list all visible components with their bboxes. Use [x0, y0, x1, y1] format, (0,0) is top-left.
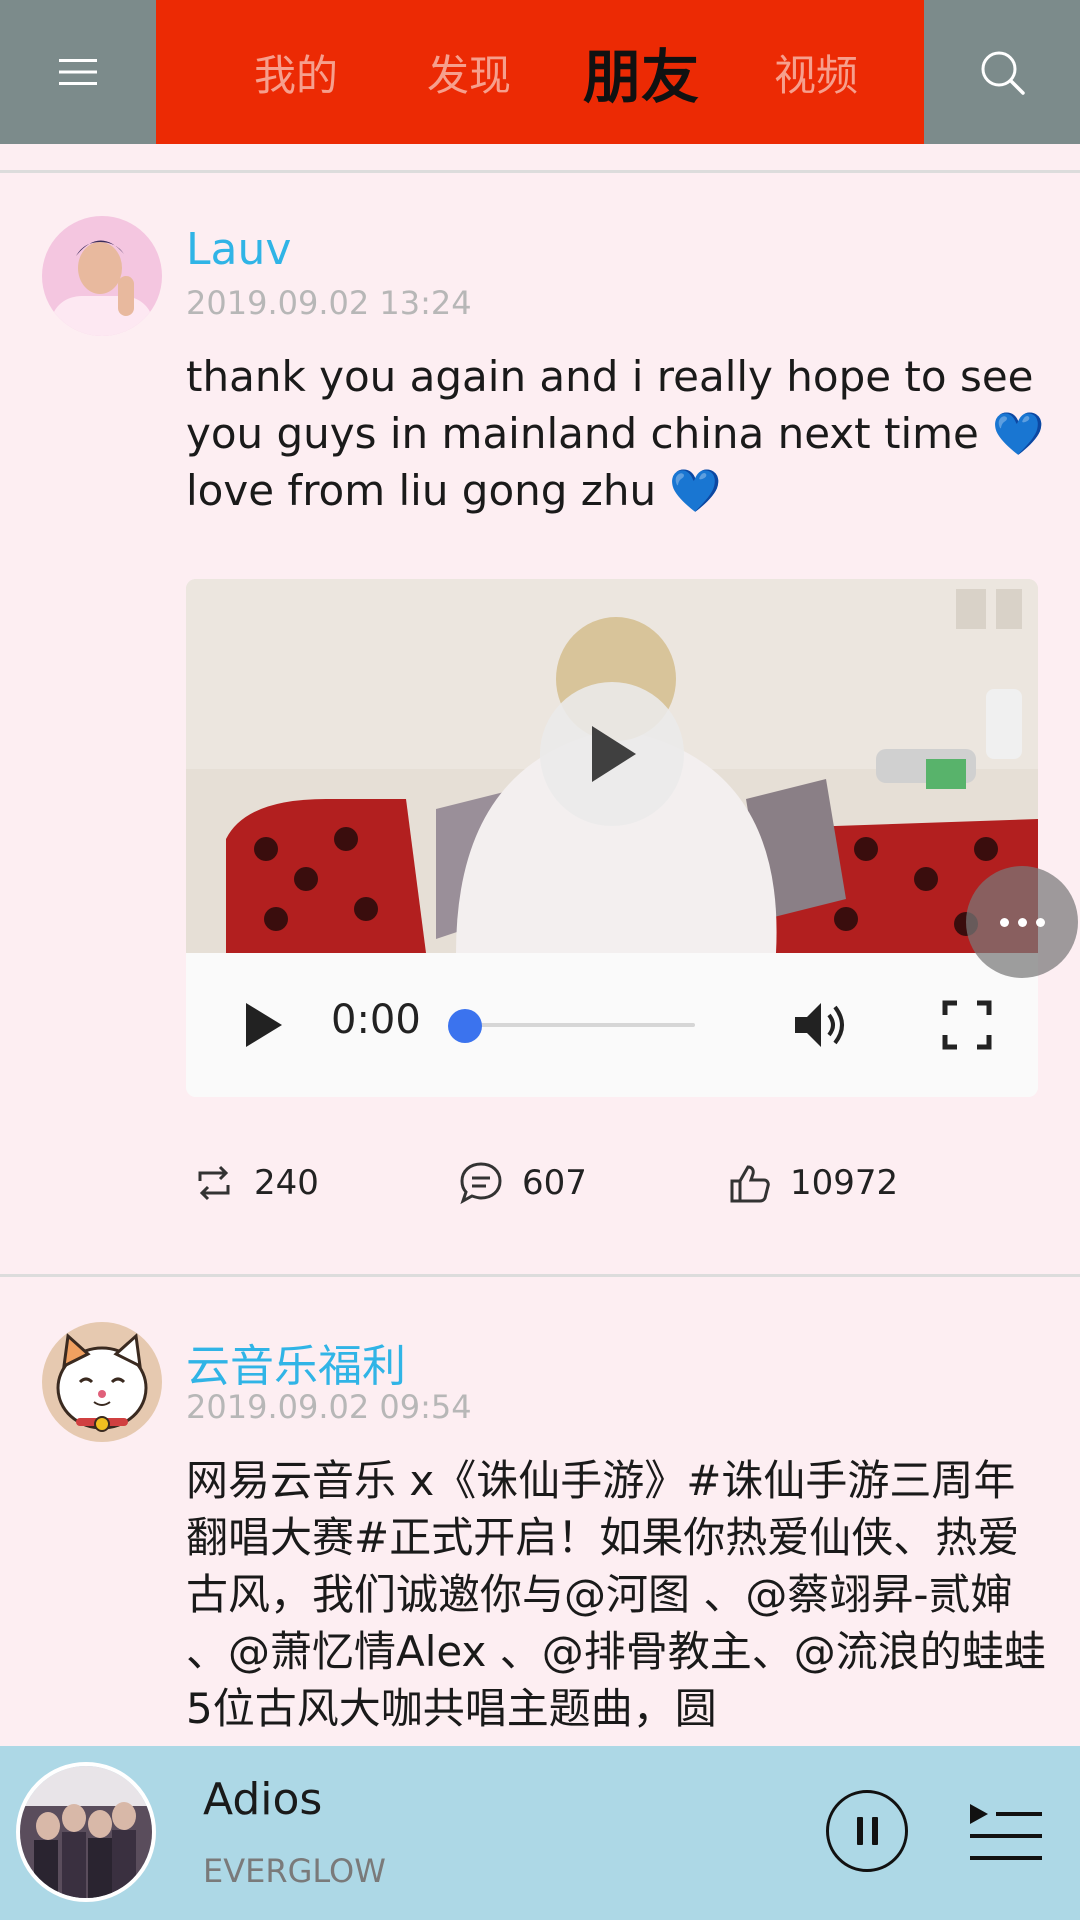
menu-button[interactable]: [0, 0, 156, 144]
search-button[interactable]: [924, 0, 1080, 144]
like-count: 10972: [790, 1163, 899, 1203]
tab-mine[interactable]: 我的: [226, 0, 366, 144]
album-art[interactable]: [16, 1762, 156, 1902]
playlist-button[interactable]: [966, 1796, 1046, 1868]
tab-bar: 我的 发现 朋友 视频: [156, 0, 924, 144]
controls-play-button[interactable]: [236, 999, 288, 1051]
avatar[interactable]: [42, 1322, 162, 1442]
comment-count: 607: [522, 1163, 587, 1203]
comment-icon: [460, 1162, 502, 1205]
post-text: 网易云音乐 x《诛仙手游》#诛仙手游三周年翻唱大赛#正式开启！如果你热爱仙侠、热…: [186, 1456, 1046, 1733]
more-button[interactable]: [966, 866, 1078, 978]
post-timestamp: 2019.09.02 13:24: [186, 284, 472, 322]
menu-icon: [59, 59, 97, 85]
search-icon: [981, 51, 1025, 95]
avatar-image: [42, 1322, 162, 1442]
divider: [0, 170, 1080, 173]
song-artist: EVERGLOW: [203, 1852, 386, 1890]
playlist-icon: [970, 1804, 1042, 1860]
like-icon: [730, 1165, 770, 1203]
video-thumbnail[interactable]: [186, 579, 1038, 953]
pause-button[interactable]: [826, 1790, 908, 1872]
top-bar: 我的 发现 朋友 视频: [0, 0, 1080, 144]
post-author[interactable]: 云音乐福利: [186, 1330, 406, 1394]
tab-friends[interactable]: 朋友: [556, 0, 726, 144]
tab-video[interactable]: 视频: [746, 0, 886, 144]
avatar[interactable]: [42, 216, 162, 336]
repost-count: 240: [254, 1163, 319, 1203]
volume-icon: [795, 1003, 844, 1047]
pause-icon: [856, 1817, 863, 1845]
tab-discover[interactable]: 发现: [399, 0, 539, 144]
like-button[interactable]: 10972: [728, 1155, 898, 1211]
video-progress-track[interactable]: [461, 1023, 695, 1027]
more-icon: [999, 917, 1009, 927]
play-icon: [592, 726, 636, 782]
post-timestamp: 2019.09.02 09:54: [186, 1388, 472, 1426]
repost-button[interactable]: 240: [192, 1155, 319, 1211]
post-text: thank you again and i really hope to see…: [186, 352, 1045, 515]
repost-icon: [198, 1165, 230, 1201]
video-play-button[interactable]: [540, 682, 684, 826]
comment-button[interactable]: 607: [458, 1155, 587, 1211]
volume-button[interactable]: [791, 995, 851, 1055]
song-title: Adios: [203, 1774, 323, 1825]
video-progress-knob[interactable]: [448, 1009, 482, 1043]
mini-player[interactable]: Adios EVERGLOW: [0, 1746, 1080, 1920]
video-player: 0:00: [186, 579, 1038, 1097]
post-author[interactable]: Lauv: [186, 224, 291, 275]
play-icon: [246, 1003, 282, 1047]
fullscreen-button[interactable]: [941, 999, 993, 1051]
video-current-time: 0:00: [331, 997, 421, 1043]
fullscreen-icon: [942, 1000, 992, 1050]
video-controls: 0:00: [186, 953, 1038, 1097]
divider: [0, 1274, 1080, 1277]
avatar-image: [42, 216, 162, 336]
